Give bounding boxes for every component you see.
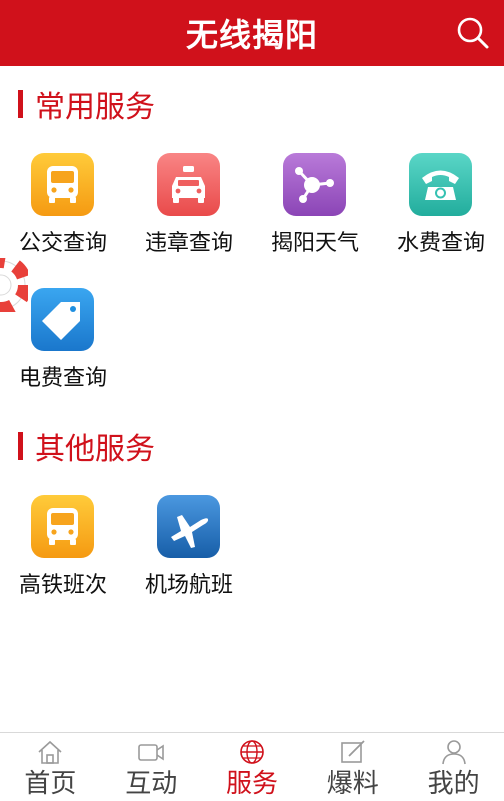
user-icon <box>441 740 466 765</box>
bottom-tab-bar: 首页 互动 服务 爆料 我的 <box>0 732 504 801</box>
telephone-icon <box>409 153 472 216</box>
top-header: 无线揭阳 <box>0 0 504 66</box>
service-flight-schedule[interactable]: 机场航班 <box>126 495 252 615</box>
tab-interact[interactable]: 互动 <box>101 733 202 801</box>
airplane-icon <box>157 495 220 558</box>
tab-services[interactable]: 服务 <box>202 733 303 801</box>
tab-report[interactable]: 爆料 <box>302 733 403 801</box>
service-label: 机场航班 <box>144 573 233 598</box>
service-label: 违章查询 <box>144 231 233 256</box>
section-header-common: 常用服务 <box>18 86 155 125</box>
service-label: 公交查询 <box>18 231 107 256</box>
tab-label: 互动 <box>125 769 178 799</box>
service-label: 高铁班次 <box>18 573 107 598</box>
globe-icon <box>240 740 264 764</box>
bus-icon <box>31 495 94 558</box>
lifebuoy-icon[interactable] <box>0 258 28 312</box>
tab-label: 我的 <box>427 769 480 799</box>
service-bus-query[interactable]: 公交查询 <box>0 153 126 273</box>
service-label: 水费查询 <box>396 231 485 256</box>
weather-icon <box>283 153 346 216</box>
tab-label: 首页 <box>24 769 77 799</box>
app-title: 无线揭阳 <box>185 16 318 54</box>
service-label: 电费查询 <box>18 366 107 391</box>
section-accent-bar <box>18 432 23 460</box>
service-weather[interactable]: 揭阳天气 <box>252 153 378 273</box>
home-icon <box>38 740 62 764</box>
edit-icon <box>340 740 365 763</box>
tab-label: 爆料 <box>326 769 379 799</box>
service-label: 揭阳天气 <box>270 231 359 256</box>
tag-icon <box>31 288 94 351</box>
bus-icon <box>31 153 94 216</box>
service-violation-query[interactable]: 违章查询 <box>126 153 252 273</box>
section-title: 其他服务 <box>35 432 155 467</box>
service-water-fee[interactable]: 水费查询 <box>378 153 504 273</box>
section-header-other: 其他服务 <box>18 428 155 467</box>
video-icon <box>138 744 164 761</box>
section-accent-bar <box>18 90 23 118</box>
tab-label: 服务 <box>225 769 278 799</box>
search-icon[interactable] <box>456 16 490 50</box>
service-train-schedule[interactable]: 高铁班次 <box>0 495 126 615</box>
car-icon <box>157 153 220 216</box>
tab-home[interactable]: 首页 <box>0 733 101 801</box>
tab-profile[interactable]: 我的 <box>403 733 504 801</box>
section-title: 常用服务 <box>35 90 155 125</box>
